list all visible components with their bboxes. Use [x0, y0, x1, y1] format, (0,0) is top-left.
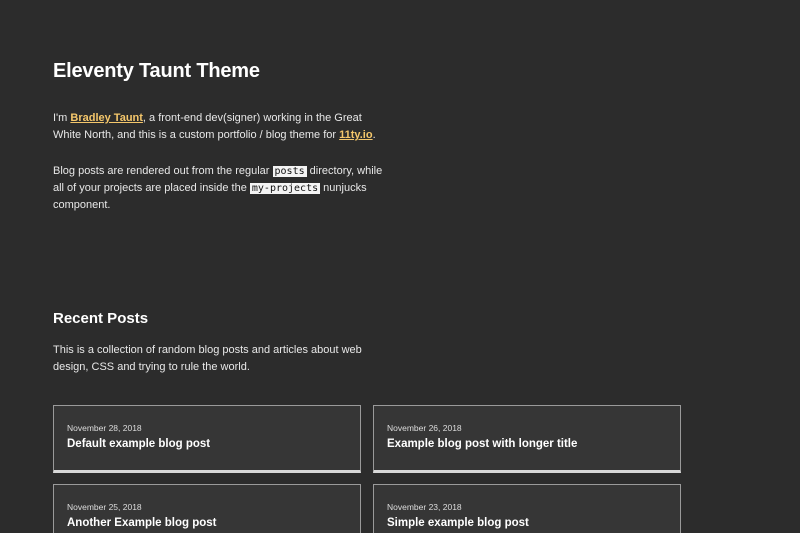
eleventy-link[interactable]: 11ty.io — [339, 129, 372, 141]
post-title-link[interactable]: Default example blog post — [67, 438, 210, 450]
recent-posts-heading: Recent Posts — [53, 310, 149, 327]
intro-text-end: . — [372, 129, 376, 141]
intro2-text-start: Blog posts are rendered out from the reg… — [53, 165, 273, 177]
intro-paragraph-2: Blog posts are rendered out from the reg… — [53, 163, 383, 214]
post-title-link[interactable]: Example blog post with longer title — [387, 438, 577, 450]
author-link[interactable]: Bradley Taunt — [70, 112, 143, 124]
post-date: November 28, 2018 — [67, 423, 142, 433]
page-title: Eleventy Taunt Theme — [53, 60, 260, 82]
post-card[interactable]: November 23, 2018 Simple example blog po… — [373, 484, 681, 533]
intro-text-start: I'm — [53, 112, 71, 124]
post-date: November 23, 2018 — [387, 502, 462, 512]
my-projects-code: my-projects — [249, 183, 321, 194]
recent-posts-description: This is a collection of random blog post… — [53, 344, 362, 373]
posts-code: posts — [272, 166, 307, 177]
post-title-link[interactable]: Another Example blog post — [67, 517, 217, 529]
post-card[interactable]: November 26, 2018 Example blog post with… — [373, 405, 681, 473]
post-date: November 26, 2018 — [387, 423, 462, 433]
post-card[interactable]: November 28, 2018 Default example blog p… — [53, 405, 361, 473]
intro-paragraph: I'm Bradley Taunt, a front-end dev(signe… — [53, 110, 383, 144]
post-card[interactable]: November 25, 2018 Another Example blog p… — [53, 484, 361, 533]
post-title-link[interactable]: Simple example blog post — [387, 517, 529, 529]
page: Eleventy Taunt Theme I'm Bradley Taunt, … — [0, 0, 800, 533]
post-date: November 25, 2018 — [67, 502, 142, 512]
